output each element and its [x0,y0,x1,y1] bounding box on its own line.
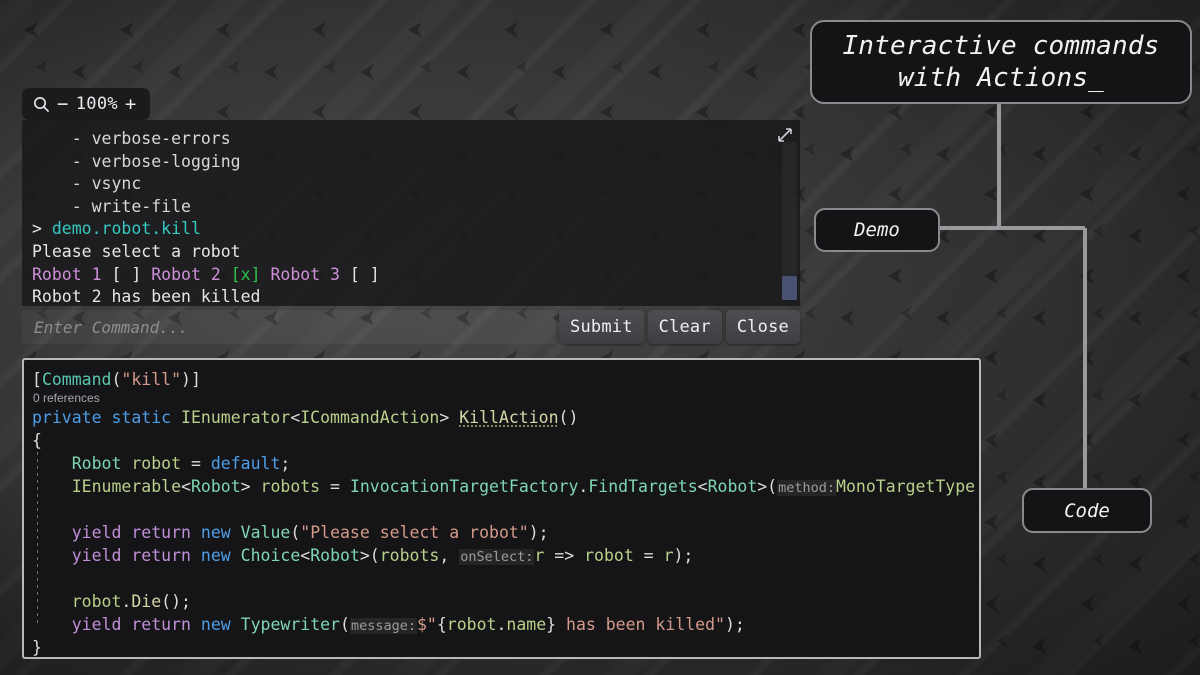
screen-root: − 100% + - verbose-errors - verbose-logg… [0,0,1200,675]
callout-title-line2: with Actions_ [842,62,1159,94]
callout-code: Code [1022,488,1152,533]
callout-demo: Demo [814,208,940,252]
callout-title-line1: Interactive commands [842,30,1159,62]
callout-title: Interactive commands with Actions_ [810,20,1192,104]
